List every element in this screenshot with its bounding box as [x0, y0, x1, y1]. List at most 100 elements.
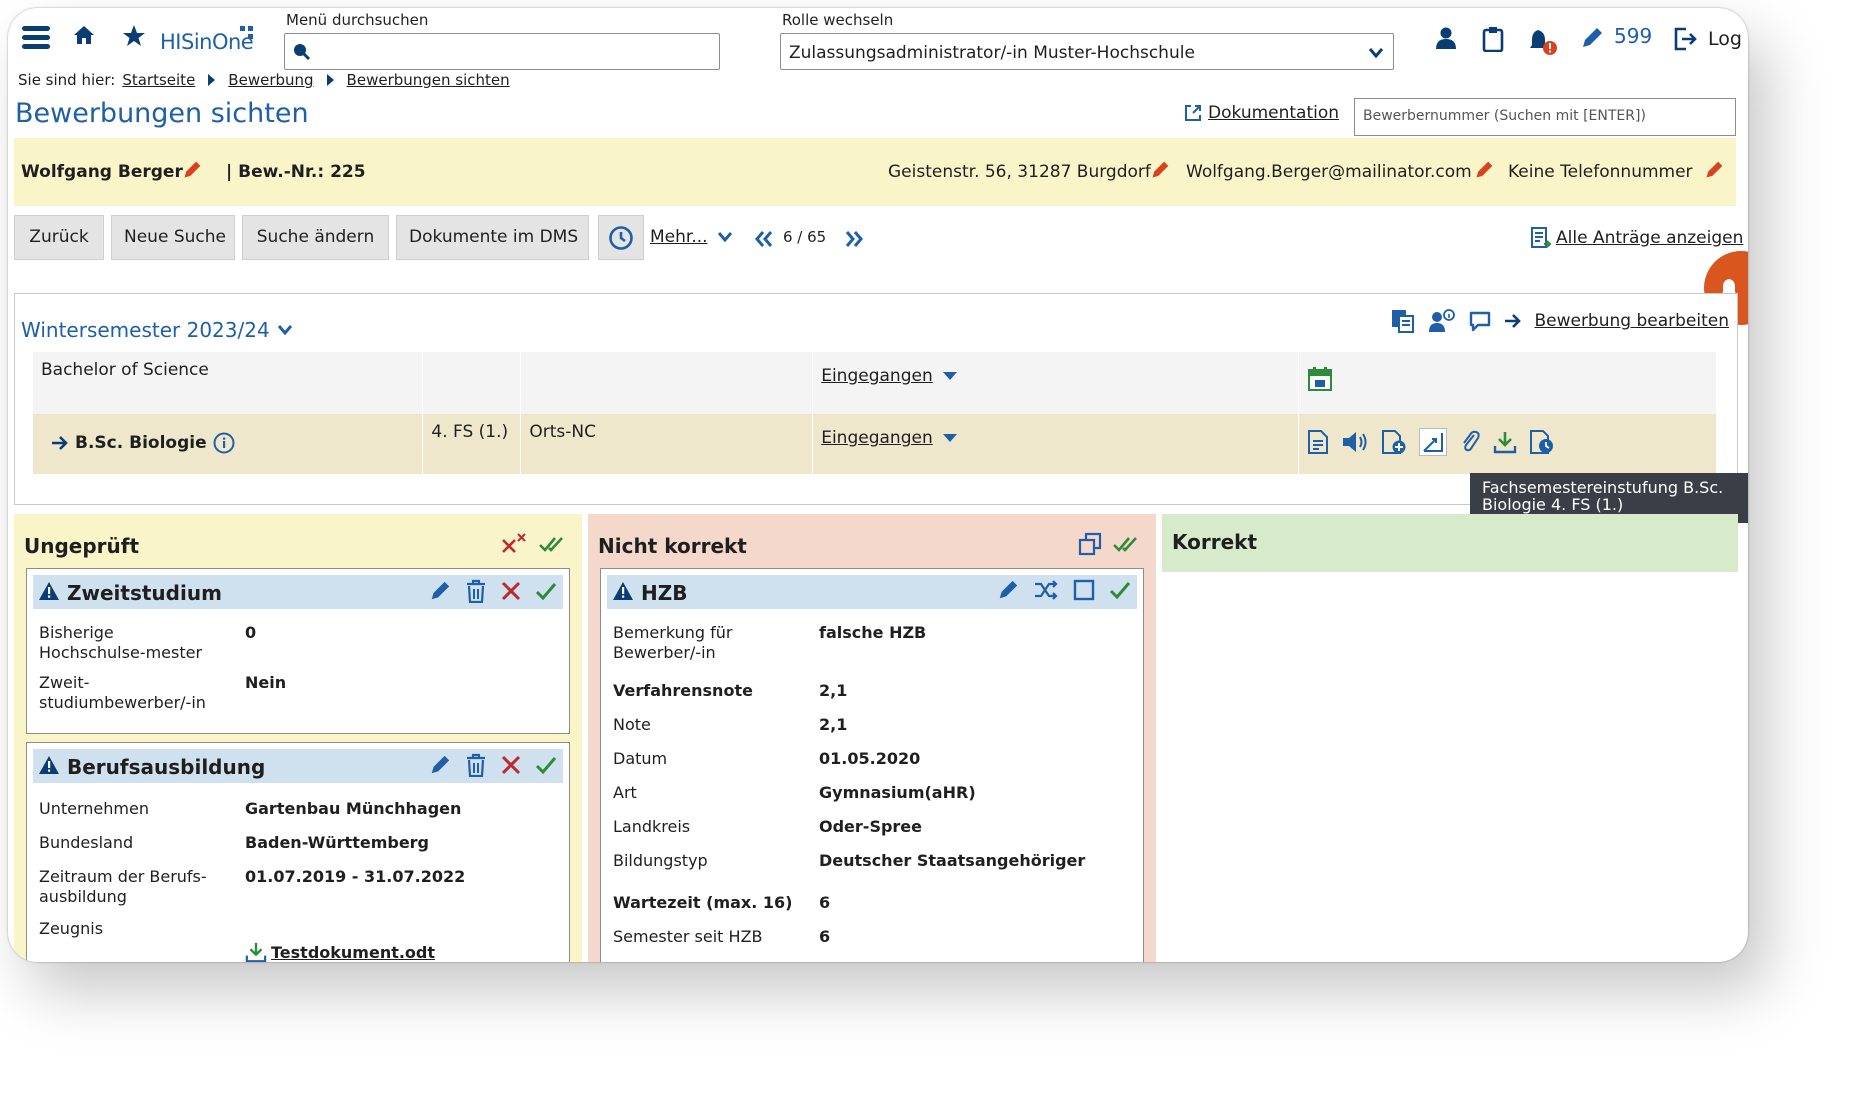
status-dropdown[interactable]: Eingegangen — [821, 366, 957, 386]
documents-icon[interactable] — [1390, 308, 1416, 334]
role-select[interactable]: Zulassungsadministrator/-in Muster-Hochs… — [780, 33, 1394, 70]
download-icon — [245, 942, 267, 962]
applicant-number-search-input[interactable]: Bewerbernummer (Suchen mit [ENTER]) — [1354, 98, 1736, 136]
change-search-button[interactable]: Suche ändern — [242, 215, 389, 260]
field-value: 6 — [819, 927, 831, 946]
hamburger-menu-icon[interactable] — [22, 26, 50, 50]
accept-check-icon[interactable] — [535, 755, 557, 775]
user-profile-icon[interactable] — [1434, 26, 1458, 50]
edit-name-pencil-icon[interactable] — [182, 160, 202, 180]
edit-address-pencil-icon[interactable] — [1150, 160, 1170, 180]
chevron-down-icon — [942, 434, 957, 442]
edit-email-pencil-icon[interactable] — [1474, 160, 1494, 180]
field-value: Deutscher Staatsangehöriger — [819, 851, 1086, 870]
field-label: Bemerkung für Bewerber/-in — [613, 623, 733, 662]
field-label: Datum — [613, 749, 668, 768]
document-icon[interactable] — [1307, 429, 1329, 455]
next-applicant-icon[interactable] — [844, 230, 864, 248]
card-header: Zweitstudium — [33, 575, 563, 609]
certificate-download-link[interactable]: Testdokument.odt — [245, 941, 435, 962]
field-label: Semester seit HZB — [613, 927, 763, 946]
comment-icon[interactable] — [1468, 309, 1492, 333]
logo-dots-icon — [240, 26, 258, 40]
column-correct: Korrekt — [1162, 514, 1738, 572]
field-label: Wartezeit (max. 16) — [613, 893, 793, 912]
card-actions — [429, 579, 557, 603]
warning-icon — [613, 582, 633, 600]
field-value: 01.07.2019 - 31.07.2022 — [245, 867, 466, 886]
field-label: Verfahrensnote — [613, 681, 753, 700]
info-icon[interactable] — [213, 432, 235, 454]
documentation-link[interactable]: Dokumentation — [1184, 103, 1339, 123]
speaker-icon[interactable] — [1341, 430, 1369, 454]
table-row: B.Sc. Biologie 4. FS (1.) Orts-NC Eingeg… — [33, 414, 1717, 474]
download-icon[interactable] — [1493, 430, 1517, 454]
history-button[interactable] — [598, 215, 644, 260]
check-card-hzb: HZB Bemerkung für Bewerber/-in falsche H… — [600, 568, 1144, 962]
edit-phone-pencil-icon[interactable] — [1704, 160, 1724, 180]
accept-check-icon[interactable] — [535, 581, 557, 601]
show-all-requests-label: Alle Anträge anzeigen — [1556, 228, 1744, 248]
add-document-icon[interactable] — [1381, 429, 1407, 455]
delete-trash-icon[interactable] — [465, 579, 487, 603]
column-incorrect: Nicht korrekt HZB Bemerkung für Bewerber… — [588, 514, 1156, 962]
delete-trash-icon[interactable] — [465, 753, 487, 777]
breadcrumb-item-bewerbungen-sichten[interactable]: Bewerbungen sichten — [347, 71, 510, 89]
new-search-button[interactable]: Neue Suche — [111, 215, 235, 260]
application-number: | Bew.-Nr.: 225 — [226, 162, 366, 182]
edit-pencil-icon[interactable] — [429, 754, 451, 776]
chevron-down-icon — [277, 325, 292, 335]
breadcrumb-item-startseite[interactable]: Startseite — [122, 71, 195, 89]
menu-search-label: Menü durchsuchen — [286, 11, 429, 29]
favorites-star-icon[interactable] — [122, 24, 146, 48]
reject-x-icon[interactable] — [501, 581, 521, 601]
document-list-icon — [1531, 227, 1552, 248]
card-title: Zweitstudium — [67, 581, 222, 605]
shuffle-icon[interactable] — [1033, 579, 1059, 601]
reject-all-icon[interactable] — [500, 532, 528, 556]
field-value: Nein — [245, 673, 287, 692]
accept-check-icon[interactable] — [1109, 580, 1131, 600]
accept-all-icon[interactable] — [1112, 533, 1140, 555]
semester-classification-button[interactable] — [1419, 428, 1448, 456]
edit-application-link[interactable]: Bewerbung bearbeiten — [1534, 311, 1729, 331]
check-card-second-study: Zweitstudium Bisherige Hochschulse-meste… — [26, 568, 570, 734]
back-button[interactable]: Zurück — [14, 215, 104, 260]
clipboard-icon[interactable] — [1482, 26, 1504, 52]
field-value: Oder-Spree — [819, 817, 923, 836]
reject-x-icon[interactable] — [501, 755, 521, 775]
copy-icon[interactable] — [1078, 532, 1102, 556]
program-name: B.Sc. Biologie — [75, 433, 207, 453]
more-menu-link[interactable]: Mehr... — [650, 227, 732, 247]
logout-link[interactable]: Log — [1708, 28, 1742, 50]
chevron-right-icon — [208, 74, 216, 86]
stairs-icon — [1423, 433, 1444, 452]
document-clock-icon[interactable] — [1529, 429, 1555, 455]
menu-search-input[interactable] — [284, 33, 720, 70]
show-all-requests-link[interactable]: Alle Anträge anzeigen — [1530, 226, 1743, 250]
user-info-icon[interactable] — [1428, 309, 1456, 333]
breadcrumb-prefix: Sie sind hier: — [18, 71, 116, 89]
admission-type: Orts-NC — [520, 414, 814, 474]
breadcrumb-item-bewerbung[interactable]: Bewerbung — [228, 71, 313, 89]
checkbox-empty-icon[interactable] — [1073, 579, 1095, 601]
semester-toggle[interactable]: Wintersemester 2023/24 — [21, 318, 292, 342]
message-counter[interactable]: 599 — [1614, 24, 1652, 48]
home-icon[interactable] — [72, 24, 96, 46]
chevron-down-icon — [942, 372, 957, 380]
applicant-name: Wolfgang Berger — [21, 162, 183, 182]
program-name: Bachelor of Science — [33, 352, 424, 414]
edit-pencil-icon[interactable] — [997, 579, 1019, 601]
edit-pencil-icon[interactable] — [429, 580, 451, 602]
previous-applicant-icon[interactable] — [754, 230, 774, 248]
calendar-icon[interactable] — [1307, 366, 1333, 392]
edit-pencil-icon[interactable] — [1580, 26, 1604, 50]
notifications-bell-icon[interactable] — [1528, 26, 1558, 56]
status-dropdown[interactable]: Eingegangen — [821, 428, 957, 448]
status-label: Eingegangen — [821, 366, 933, 386]
accept-all-icon[interactable] — [538, 533, 566, 555]
card-actions — [429, 753, 557, 777]
attachment-icon[interactable] — [1459, 429, 1481, 455]
dms-documents-button[interactable]: Dokumente im DMS — [396, 215, 589, 260]
logout-icon[interactable] — [1672, 26, 1698, 52]
